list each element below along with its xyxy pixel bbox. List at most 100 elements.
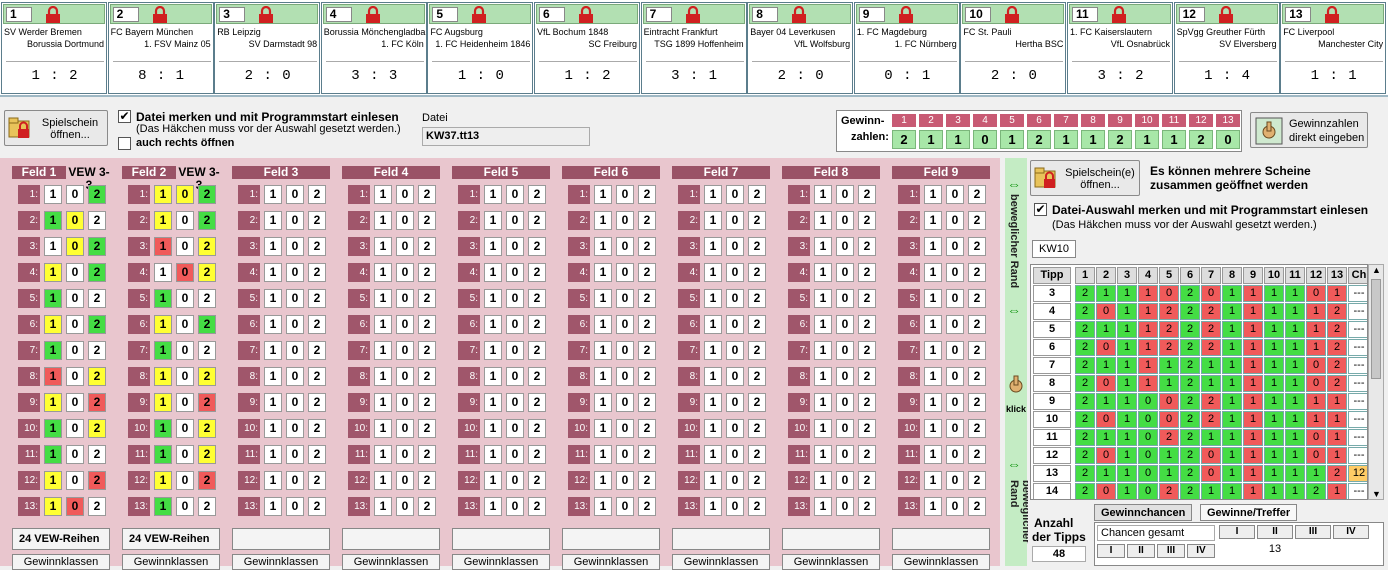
tipp-cell[interactable]: 0: [176, 393, 194, 412]
tipp-cell[interactable]: 2: [748, 289, 766, 308]
tipp-cell[interactable]: 2: [748, 263, 766, 282]
class-button-right[interactable]: IV: [1333, 525, 1369, 539]
tipp-cell[interactable]: 1: [594, 263, 612, 282]
tipp-cell[interactable]: 2: [198, 367, 216, 386]
tipp-cell[interactable]: 0: [176, 289, 194, 308]
grid-scrollbar[interactable]: ▲ ▼: [1368, 264, 1384, 500]
tipp-cell[interactable]: 0: [726, 263, 744, 282]
tipp-cell[interactable]: 2: [528, 211, 546, 230]
tipp-cell[interactable]: 0: [836, 445, 854, 464]
class-button-left[interactable]: I: [1097, 544, 1125, 558]
tipp-cell[interactable]: 1: [704, 315, 722, 334]
tipp-cell[interactable]: 0: [616, 367, 634, 386]
tipp-cell[interactable]: 0: [286, 289, 304, 308]
tipp-cell[interactable]: 1: [154, 185, 172, 204]
tipp-cell[interactable]: 1: [154, 367, 172, 386]
tipp-cell[interactable]: 2: [198, 237, 216, 256]
tipp-cell[interactable]: 0: [176, 237, 194, 256]
tipp-cell[interactable]: 1: [924, 497, 942, 516]
tipp-cell[interactable]: 0: [616, 289, 634, 308]
tipp-cell[interactable]: 1: [594, 211, 612, 230]
tipp-number[interactable]: 7: [1033, 357, 1071, 374]
tipp-cell[interactable]: 1: [484, 185, 502, 204]
class-button-right[interactable]: II: [1257, 525, 1293, 539]
tipp-cell[interactable]: 1: [594, 419, 612, 438]
tipp-cell[interactable]: 1: [154, 393, 172, 412]
tipp-cell[interactable]: 0: [286, 471, 304, 490]
tipp-cell[interactable]: 0: [396, 237, 414, 256]
tipp-cell[interactable]: 2: [418, 341, 436, 360]
lock-icon[interactable]: [1217, 5, 1235, 23]
tipp-cell[interactable]: 1: [484, 419, 502, 438]
tipp-cell[interactable]: 0: [616, 393, 634, 412]
tipp-cell[interactable]: 0: [286, 263, 304, 282]
tipp-cell[interactable]: 0: [726, 367, 744, 386]
tipp-cell[interactable]: 2: [418, 419, 436, 438]
tipp-cell[interactable]: 2: [638, 341, 656, 360]
match-result[interactable]: 2 : 0: [752, 61, 851, 89]
tipp-cell[interactable]: 2: [308, 315, 326, 334]
tipp-cell[interactable]: 2: [308, 185, 326, 204]
tipp-cell[interactable]: 0: [946, 237, 964, 256]
tipp-cell[interactable]: 0: [66, 185, 84, 204]
tipp-cell[interactable]: 1: [154, 471, 172, 490]
tipp-cell[interactable]: 0: [396, 211, 414, 230]
tipp-cell[interactable]: 2: [88, 445, 106, 464]
tipp-cell[interactable]: 2: [308, 497, 326, 516]
tipp-cell[interactable]: 1: [704, 237, 722, 256]
tipp-cell[interactable]: 1: [594, 341, 612, 360]
tipp-cell[interactable]: 1: [924, 263, 942, 282]
tipp-cell[interactable]: 0: [176, 315, 194, 334]
tipp-cell[interactable]: 0: [726, 341, 744, 360]
tipp-cell[interactable]: 1: [264, 419, 282, 438]
tipp-number[interactable]: 6: [1033, 339, 1071, 356]
scroll-thumb[interactable]: [1371, 279, 1381, 379]
tipp-cell[interactable]: 0: [66, 497, 84, 516]
tipp-cell[interactable]: 2: [748, 393, 766, 412]
tipp-cell[interactable]: 0: [396, 315, 414, 334]
tipp-cell[interactable]: 0: [836, 471, 854, 490]
tipp-cell[interactable]: 2: [968, 315, 986, 334]
lock-icon[interactable]: [1323, 5, 1341, 23]
tipp-cell[interactable]: 1: [264, 445, 282, 464]
tipp-cell[interactable]: 0: [176, 185, 194, 204]
tipp-cell[interactable]: 1: [264, 341, 282, 360]
tipp-cell[interactable]: 1: [374, 315, 392, 334]
tipp-cell[interactable]: 2: [528, 289, 546, 308]
match-result[interactable]: 2 : 0: [965, 61, 1064, 89]
tipp-cell[interactable]: 0: [616, 497, 634, 516]
tipp-cell[interactable]: 0: [616, 237, 634, 256]
tipp-cell[interactable]: 1: [44, 419, 62, 438]
match-result[interactable]: 8 : 1: [112, 61, 211, 89]
tipp-cell[interactable]: 2: [858, 185, 876, 204]
lock-icon[interactable]: [470, 5, 488, 23]
tipp-cell[interactable]: 0: [176, 367, 194, 386]
tipp-cell[interactable]: 0: [946, 497, 964, 516]
tipp-cell[interactable]: 1: [814, 185, 832, 204]
tipp-cell[interactable]: 2: [858, 341, 876, 360]
tipp-cell[interactable]: 0: [286, 393, 304, 412]
match-result[interactable]: 3 : 1: [645, 61, 744, 89]
tipp-cell[interactable]: 2: [528, 263, 546, 282]
tipp-cell[interactable]: 1: [594, 289, 612, 308]
tipp-number[interactable]: 3: [1033, 285, 1071, 302]
tipp-cell[interactable]: 2: [88, 497, 106, 516]
open-ticket-button[interactable]: Spielschein öffnen...: [4, 110, 108, 146]
tipp-cell[interactable]: 0: [836, 497, 854, 516]
tipp-cell[interactable]: 2: [968, 237, 986, 256]
tipp-cell[interactable]: 0: [66, 315, 84, 334]
tipp-cell[interactable]: 1: [154, 445, 172, 464]
tipp-cell[interactable]: 1: [264, 471, 282, 490]
lock-icon[interactable]: [257, 5, 275, 23]
match-result[interactable]: 1 : 1: [1285, 61, 1384, 89]
tipp-cell[interactable]: 0: [506, 211, 524, 230]
tipp-cell[interactable]: 0: [286, 211, 304, 230]
tipp-cell[interactable]: 1: [484, 341, 502, 360]
tipp-cell[interactable]: 0: [66, 393, 84, 412]
tipp-cell[interactable]: 0: [946, 419, 964, 438]
tipp-cell[interactable]: 1: [154, 263, 172, 282]
tipp-cell[interactable]: 0: [946, 393, 964, 412]
tipp-cell[interactable]: 1: [704, 419, 722, 438]
tipp-cell[interactable]: 1: [704, 445, 722, 464]
tipp-cell[interactable]: 2: [308, 211, 326, 230]
